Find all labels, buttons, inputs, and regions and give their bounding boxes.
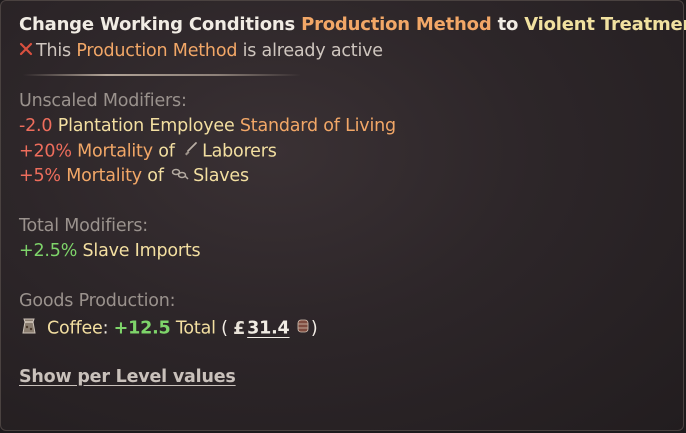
status-prefix: This: [36, 41, 77, 61]
modifier-value: +20%: [19, 141, 72, 162]
close-paren: ): [310, 318, 318, 339]
title-prefix: Change Working Conditions: [19, 14, 302, 35]
currency-symbol: £: [233, 318, 246, 339]
goods-price[interactable]: 31.4: [247, 319, 290, 339]
modifier-of: of: [152, 141, 181, 162]
total-label: Slave Imports: [82, 241, 201, 261]
title-middle: to: [491, 14, 525, 35]
modifier-stat: Standard of Living: [239, 116, 396, 136]
modifier-row: +20% Mortality of Laborers: [19, 141, 277, 162]
tooltip-panel: Change Working Conditions Production Met…: [0, 0, 686, 431]
modifier-row: +5% Mortality of Slaves: [19, 166, 249, 186]
shovel-icon: [182, 141, 198, 162]
status-line: This Production Method is already active: [19, 41, 383, 61]
modifier-value: +5%: [19, 166, 61, 186]
good-name: Coffee: [47, 318, 103, 339]
goods-amount: +12.5: [113, 318, 171, 339]
modifier-pop: Slaves: [193, 166, 249, 186]
goods-row: Coffee: +12.5 Total ( £ 31.4 ): [19, 316, 318, 341]
pound-icon: £: [233, 319, 245, 339]
coffee-sack-icon: [19, 316, 39, 341]
barrel-icon: [297, 318, 309, 339]
open-paren: (: [221, 318, 228, 339]
total-value: +2.5%: [19, 241, 78, 261]
title-target: Violent Treatment: [524, 14, 686, 35]
modifier-stat: Mortality: [77, 141, 153, 162]
modifier-row: -2.0 Plantation Employee Standard of Liv…: [19, 116, 396, 136]
title-method-label: Production Method: [301, 14, 492, 35]
tooltip-title: Change Working Conditions Production Met…: [19, 14, 686, 35]
modifier-stat: Mortality: [66, 166, 142, 186]
modifier-value: -2.0: [19, 116, 53, 136]
modifier-pop: Laborers: [202, 141, 277, 162]
show-per-level-link[interactable]: Show per Level values: [19, 367, 236, 387]
status-suffix: is already active: [237, 41, 383, 61]
good-colon: :: [102, 318, 109, 339]
chains-icon: [171, 166, 189, 186]
goods-heading: Goods Production:: [19, 291, 176, 311]
modifier-of: of: [141, 166, 170, 186]
modifier-pop-type: Plantation Employee: [57, 116, 235, 136]
total-heading: Total Modifiers:: [19, 216, 149, 236]
goods-total-label: Total: [175, 318, 216, 339]
status-method-label: Production Method: [76, 41, 238, 61]
divider: [23, 74, 301, 76]
total-row: +2.5% Slave Imports: [19, 241, 201, 261]
cross-icon: [19, 41, 33, 61]
unscaled-heading: Unscaled Modifiers:: [19, 91, 187, 111]
